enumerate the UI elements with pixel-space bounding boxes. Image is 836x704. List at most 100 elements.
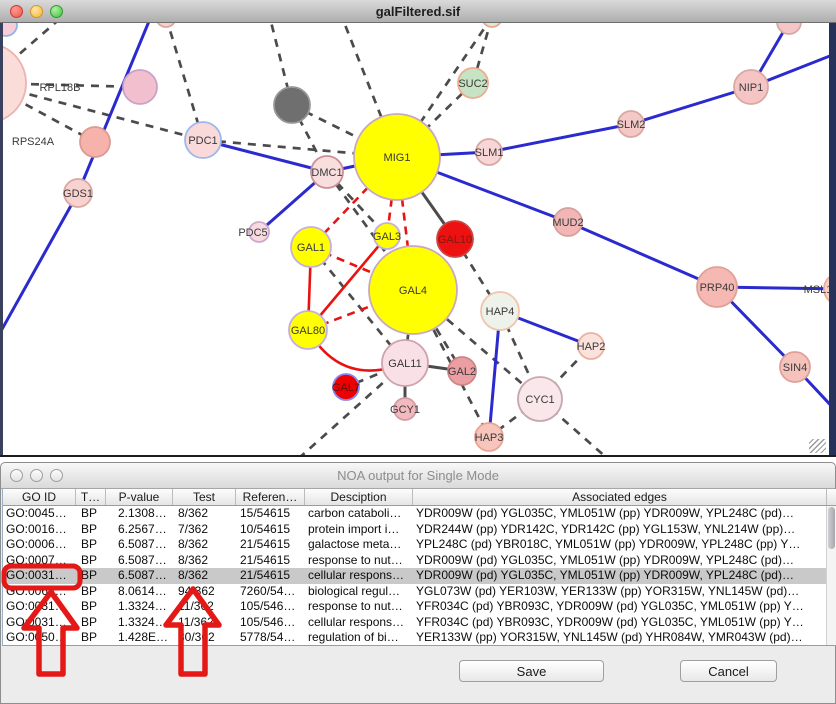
- table-cell: GO:0065…: [3, 584, 76, 600]
- table-cell: 8/362: [173, 553, 236, 569]
- node-label: RPL18B: [40, 82, 81, 94]
- table-cell: 7/362: [173, 522, 236, 538]
- table-cell: YDR009W (pd) YGL035C, YML051W (pp) YDR00…: [413, 506, 827, 522]
- node-label: GDS1: [63, 188, 93, 200]
- save-button[interactable]: Save: [459, 660, 604, 682]
- network-node[interactable]: [156, 23, 176, 27]
- column-header-test[interactable]: Test: [173, 489, 236, 505]
- network-edge: [489, 124, 631, 152]
- node-label: NIP1: [739, 82, 763, 94]
- table-cell: 6.5087…: [106, 568, 173, 584]
- table-cell: 8/362: [173, 568, 236, 584]
- network-canvas[interactable]: GDS1PDC1MIG1SUC2SLM1SLM2NIP1DMC1PDC5MUD2…: [0, 23, 836, 455]
- node-label: HAP3: [475, 432, 504, 444]
- table-cell: response to nut…: [305, 553, 413, 569]
- zoom-button[interactable]: [50, 5, 63, 18]
- column-header-pvalue[interactable]: P-value: [106, 489, 173, 505]
- table-cell: 15/54615: [236, 506, 305, 522]
- table-cell: response to nut…: [305, 599, 413, 615]
- table-cell: BP: [76, 599, 106, 615]
- node-label: HAP2: [577, 341, 606, 353]
- table-cell: BP: [76, 522, 106, 538]
- table-row[interactable]: GO:0006…BP6.5087…8/36221/54615galactose …: [3, 537, 827, 553]
- table-row[interactable]: GO:0045…BP2.1308…8/36215/54615carbon cat…: [3, 506, 827, 522]
- node-label: GAL1: [297, 242, 325, 254]
- node-label: HAP4: [486, 306, 515, 318]
- node-label: RPS24A: [12, 136, 55, 148]
- network-node[interactable]: [123, 70, 157, 104]
- table-cell: 21/54615: [236, 568, 305, 584]
- table-cell: 11/362: [173, 615, 236, 631]
- node-label: PDC1: [188, 135, 217, 147]
- column-header-associatededges[interactable]: Associated edges: [413, 489, 827, 505]
- table-cell: galactose meta…: [305, 537, 413, 553]
- table-cell: 21/54615: [236, 537, 305, 553]
- table-cell: 2.1308…: [106, 506, 173, 522]
- table-row[interactable]: GO:0065…BP8.0614…94/3627260/54…biologica…: [3, 584, 827, 600]
- table-cell: GO:0007…: [3, 553, 76, 569]
- network-svg: GDS1PDC1MIG1SUC2SLM1SLM2NIP1DMC1PDC5MUD2…: [0, 23, 836, 455]
- table-cell: 94/362: [173, 584, 236, 600]
- node-label: GAL11: [388, 358, 421, 370]
- vertical-scrollbar[interactable]: [826, 506, 836, 646]
- table-cell: BP: [76, 615, 106, 631]
- table-cell: 1.3324…: [106, 599, 173, 615]
- network-node[interactable]: [80, 127, 110, 157]
- network-node[interactable]: [0, 43, 26, 123]
- table-row[interactable]: GO:0050…BP1.428E…80/3625778/54…regulatio…: [3, 630, 827, 646]
- table-cell: GO:0031…: [3, 599, 76, 615]
- table-cell: YDR009W (pd) YGL035C, YML051W (pp) YDR00…: [413, 553, 827, 569]
- resize-grip[interactable]: [809, 439, 826, 453]
- network-edge: [631, 87, 751, 124]
- table-cell: YFR034C (pd) YBR093C, YDR009W (pd) YGL03…: [413, 615, 827, 631]
- network-window-titlebar[interactable]: galFiltered.sif: [0, 0, 836, 23]
- table-cell: GO:0050…: [3, 630, 76, 646]
- noa-window-titlebar[interactable]: NOA output for Single Mode: [1, 463, 835, 489]
- scrollbar-thumb[interactable]: [828, 507, 835, 549]
- minimize-button[interactable]: [30, 5, 43, 18]
- table-row[interactable]: GO:0031…BP1.3324…11/362105/546…cellular …: [3, 615, 827, 631]
- column-header-referen[interactable]: Referen…: [236, 489, 305, 505]
- table-cell: 8.0614…: [106, 584, 173, 600]
- table-cell: 105/546…: [236, 615, 305, 631]
- results-table: GO IDT…P-valueTestReferen…DesciptionAsso…: [2, 489, 836, 646]
- button-bar: Save Cancel: [1, 647, 835, 703]
- table-cell: BP: [76, 568, 106, 584]
- node-label: SLM2: [617, 119, 646, 131]
- node-label: DMC1: [311, 167, 342, 179]
- table-cell: 10/54615: [236, 522, 305, 538]
- cancel-button[interactable]: Cancel: [680, 660, 777, 682]
- node-label: SLM1: [475, 147, 504, 159]
- table-cell: 7260/54…: [236, 584, 305, 600]
- column-header-goid[interactable]: GO ID: [3, 489, 76, 505]
- table-row[interactable]: GO:0031…BP6.5087…8/36221/54615cellular r…: [3, 568, 827, 584]
- column-header-desciption[interactable]: Desciption: [305, 489, 413, 505]
- network-node[interactable]: [274, 87, 310, 123]
- node-label: SIN4: [783, 362, 807, 374]
- table-cell: YPL248C (pd) YBR018C, YML051W (pp) YDR00…: [413, 537, 827, 553]
- table-cell: 6.2567…: [106, 522, 173, 538]
- table-cell: YFR034C (pd) YBR093C, YDR009W (pd) YGL03…: [413, 599, 827, 615]
- close-button[interactable]: [10, 5, 23, 18]
- column-header-t[interactable]: T…: [76, 489, 106, 505]
- table-cell: 5778/54…: [236, 630, 305, 646]
- table-cell: GO:0031…: [3, 568, 76, 584]
- node-label: GAL10: [438, 234, 472, 246]
- node-label: GAL2: [448, 366, 476, 378]
- table-cell: 8/362: [173, 506, 236, 522]
- table-row[interactable]: GO:0016…BP6.2567…7/36210/54615protein im…: [3, 522, 827, 538]
- network-node[interactable]: [777, 23, 801, 34]
- table-cell: YDR244W (pp) YDR142C, YDR142C (pp) YGL15…: [413, 522, 827, 538]
- node-label: MIG1: [384, 152, 411, 164]
- network-edge: [568, 222, 717, 287]
- table-row[interactable]: GO:0007…BP6.5087…8/36221/54615response t…: [3, 553, 827, 569]
- network-edge: [78, 23, 152, 193]
- table-cell: cellular respons…: [305, 568, 413, 584]
- table-cell: 6.5087…: [106, 553, 173, 569]
- table-cell: YDR009W (pd) YGL035C, YML051W (pp) YDR00…: [413, 568, 827, 584]
- table-cell: BP: [76, 506, 106, 522]
- table-cell: YGL073W (pd) YER103W, YER133W (pp) YOR31…: [413, 584, 827, 600]
- table-row[interactable]: GO:0031…BP1.3324…11/362105/546…response …: [3, 599, 827, 615]
- table-cell: GO:0006…: [3, 537, 76, 553]
- network-node[interactable]: [482, 23, 502, 27]
